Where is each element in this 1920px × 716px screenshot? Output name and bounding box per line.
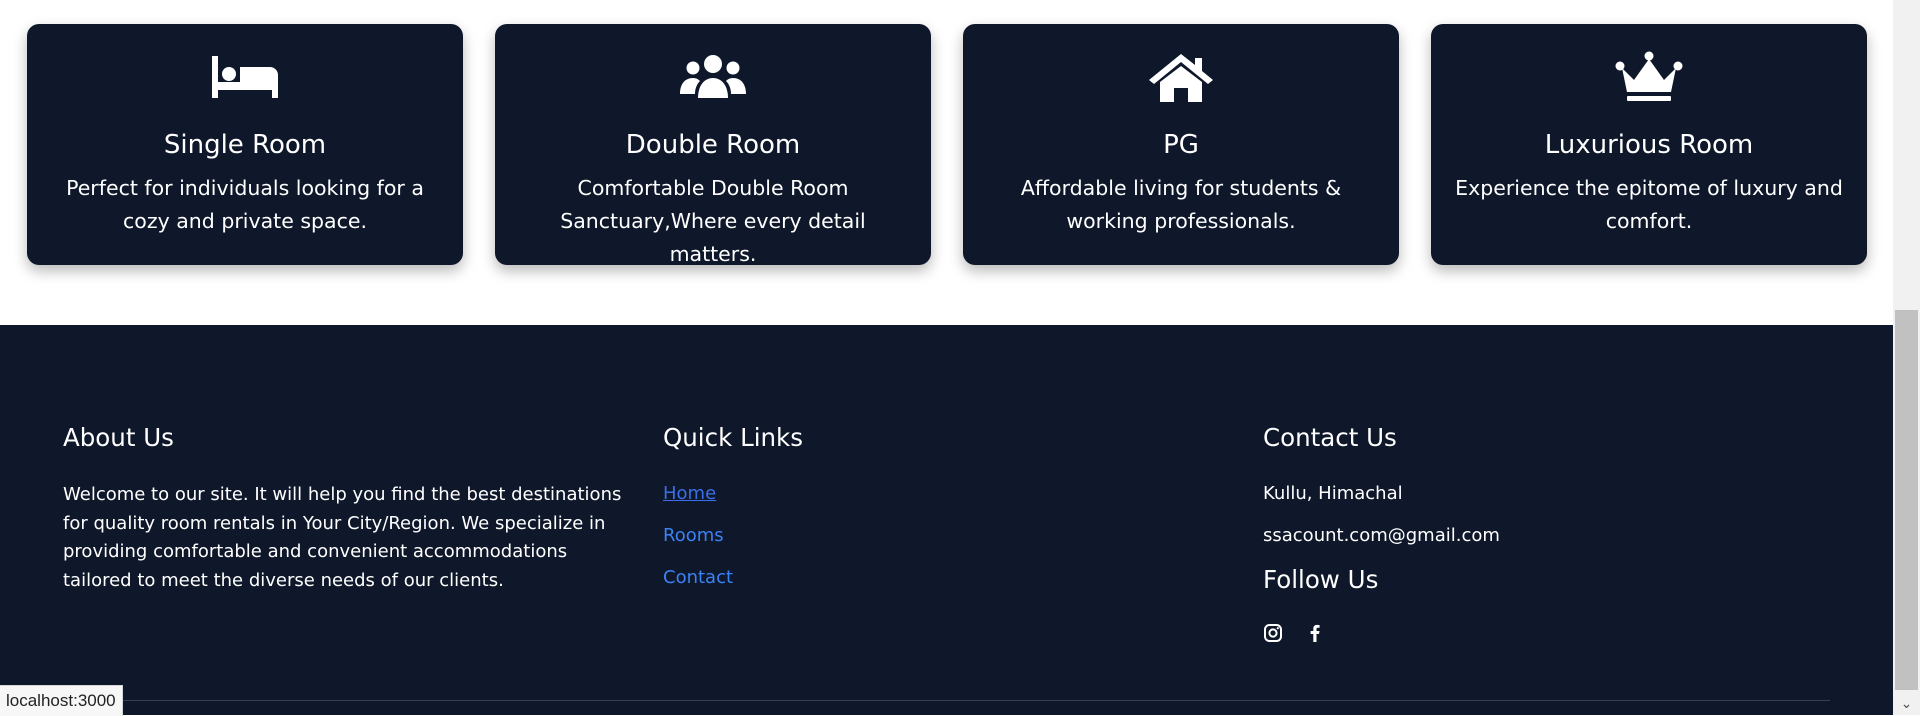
about-section: About Us Welcome to our site. It will he…	[63, 423, 633, 595]
footer-link-home[interactable]: Home	[663, 481, 1233, 507]
room-types-section: Single Room Perfect for individuals look…	[0, 0, 1893, 325]
scrollbar-thumb[interactable]	[1895, 310, 1918, 690]
room-card-double[interactable]: Double Room Comfortable Double Room Sanc…	[495, 24, 931, 266]
users-icon	[678, 50, 748, 104]
room-card-pg[interactable]: PG Affordable living for students & work…	[963, 24, 1399, 265]
page-scrollbar[interactable]: ⌄	[1893, 0, 1920, 715]
footer-link-contact[interactable]: Contact	[663, 565, 1233, 591]
instagram-icon[interactable]	[1263, 623, 1283, 643]
scroll-down-icon[interactable]: ⌄	[1893, 693, 1920, 715]
follow-us-heading: Follow Us	[1263, 565, 1379, 594]
facebook-icon[interactable]	[1305, 623, 1325, 643]
room-title: PG	[1163, 130, 1199, 160]
quick-links-list: Home Rooms Contact	[663, 481, 1233, 591]
room-title: Luxurious Room	[1544, 130, 1754, 160]
quick-links-heading: Quick Links	[663, 423, 804, 452]
room-card-single[interactable]: Single Room Perfect for individuals look…	[27, 24, 463, 265]
quick-links-section: Quick Links Home Rooms Contact	[663, 423, 1233, 607]
social-links	[1263, 623, 1833, 643]
bed-icon	[210, 50, 280, 104]
contact-heading: Contact Us	[1263, 423, 1397, 452]
about-text: Welcome to our site. It will help you fi…	[63, 484, 622, 591]
room-title: Single Room	[163, 130, 327, 160]
room-description: Comfortable Double Room Sanctuary,Where …	[560, 176, 866, 266]
footer-link-rooms[interactable]: Rooms	[663, 523, 1233, 549]
browser-status-url: localhost:3000	[0, 685, 123, 716]
about-heading: About Us	[63, 423, 174, 452]
site-footer: About Us Welcome to our site. It will he…	[0, 325, 1893, 715]
room-description: Affordable living for students & working…	[1020, 176, 1342, 233]
contact-section: Contact Us Kullu, Himachal ssacount.com@…	[1263, 423, 1833, 643]
contact-location: Kullu, Himachal	[1263, 483, 1403, 504]
contact-email: ssacount.com@gmail.com	[1263, 525, 1500, 546]
room-title: Double Room	[625, 130, 801, 160]
house-icon	[1146, 50, 1216, 104]
room-description: Experience the epitome of luxury and com…	[1455, 176, 1843, 233]
footer-divider	[63, 700, 1830, 701]
room-card-luxurious[interactable]: Luxurious Room Experience the epitome of…	[1431, 24, 1867, 265]
room-description: Perfect for individuals looking for a co…	[66, 176, 424, 233]
crown-icon	[1614, 50, 1684, 104]
